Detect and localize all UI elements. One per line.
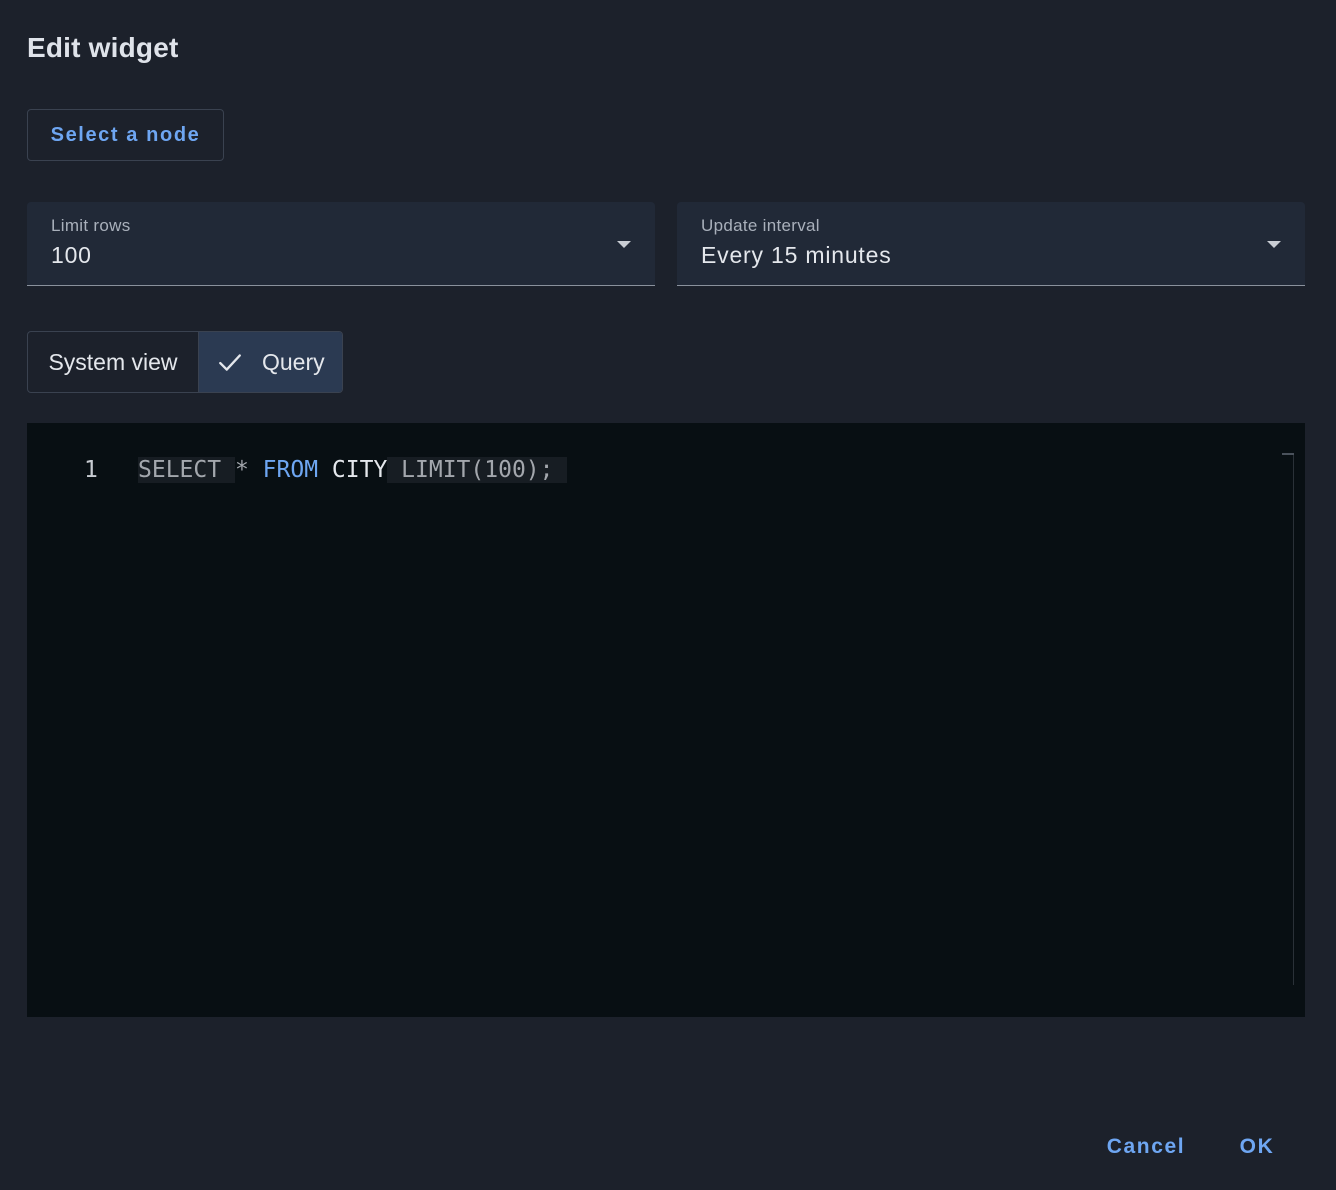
limit-rows-select[interactable]: Limit rows 100 — [27, 202, 655, 286]
code-token-limit: LIMIT(100); — [401, 457, 554, 483]
editor-scrollbar-cap — [1282, 453, 1294, 455]
dropdown-arrow-icon — [1267, 241, 1281, 248]
code-line[interactable]: SELECT * FROM CITY LIMIT(100); — [138, 456, 568, 484]
system-view-label: System view — [48, 348, 178, 375]
limit-rows-label: Limit rows — [51, 216, 131, 235]
limit-rows-value: 100 — [51, 242, 92, 268]
update-interval-select[interactable]: Update interval Every 15 minutes — [677, 202, 1305, 286]
line-number: 1 — [84, 457, 98, 483]
edit-widget-dialog: Edit widget Select a node Limit rows 100… — [0, 0, 1336, 1190]
editor-scrollbar[interactable] — [1293, 453, 1294, 985]
select-node-button[interactable]: Select a node — [27, 109, 224, 161]
code-token-table: CITY — [331, 457, 388, 483]
cancel-button[interactable]: Cancel — [1098, 1125, 1194, 1169]
ok-button[interactable]: OK — [1226, 1125, 1288, 1169]
dialog-title: Edit widget — [27, 32, 179, 63]
update-interval-value: Every 15 minutes — [701, 242, 892, 268]
system-view-toggle[interactable]: System view — [28, 332, 199, 392]
mode-toggle-group: System view Query — [27, 331, 343, 393]
query-toggle[interactable]: Query — [199, 332, 342, 392]
code-token-from: FROM — [262, 457, 319, 483]
dropdown-arrow-icon — [617, 241, 631, 248]
code-token-star: * — [234, 457, 249, 483]
query-editor[interactable]: 1 SELECT * FROM CITY LIMIT(100); — [27, 423, 1305, 1017]
update-interval-label: Update interval — [701, 216, 820, 235]
query-label: Query — [262, 348, 325, 375]
code-token-select: SELECT — [138, 457, 222, 483]
check-icon — [219, 354, 241, 371]
